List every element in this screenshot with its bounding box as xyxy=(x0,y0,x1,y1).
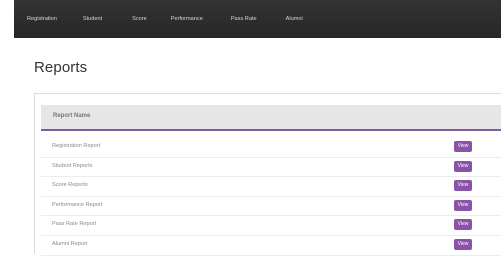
table-row: Student Reports View xyxy=(41,158,501,178)
table-row: Registration Report View xyxy=(41,138,501,158)
view-button[interactable]: View xyxy=(454,180,472,192)
nav-item-registration[interactable]: Registration xyxy=(27,16,57,22)
nav-item-pass-rate[interactable]: Pass Rate xyxy=(231,16,257,22)
table-row: Alumni Report View xyxy=(41,236,501,256)
nav-item-alumni[interactable]: Alumni xyxy=(286,16,303,22)
view-button[interactable]: View xyxy=(454,141,472,152)
report-name: Alumni Report xyxy=(52,240,88,247)
table-row: Score Reports View xyxy=(41,177,501,197)
nav-item-score[interactable]: Score xyxy=(132,16,147,22)
view-button[interactable]: View xyxy=(454,199,472,211)
table-row: Performance Report View xyxy=(41,197,501,217)
nav-item-student[interactable]: Student xyxy=(83,16,102,22)
top-navigation-bar: Registration Student Score Performance P… xyxy=(14,0,501,38)
report-name: Pass Rate Report xyxy=(52,221,97,228)
view-button[interactable]: View xyxy=(454,238,472,250)
report-name: Registration Report xyxy=(52,143,101,149)
reports-table-body: Registration Report View Student Reports… xyxy=(41,138,501,256)
column-header-report-name: Report Name xyxy=(53,113,91,119)
table-row: Pass Rate Report View xyxy=(41,216,501,236)
view-button[interactable]: View xyxy=(454,219,472,231)
view-button[interactable]: View xyxy=(454,160,472,172)
report-name: Performance Report xyxy=(52,201,103,208)
page-title: Reports xyxy=(34,59,88,76)
report-name: Score Reports xyxy=(52,182,88,189)
nav-item-performance[interactable]: Performance xyxy=(171,16,203,22)
table-header: Report Name xyxy=(41,105,501,131)
report-name: Student Reports xyxy=(52,162,93,169)
reports-panel: Report Name Registration Report View Stu… xyxy=(34,93,501,256)
